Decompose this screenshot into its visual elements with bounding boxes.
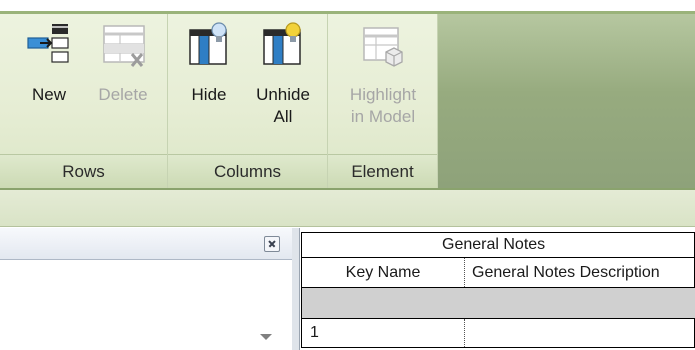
schedule-header-spacer [301,288,695,318]
ribbon-empty-area [438,14,695,188]
panel-splitter[interactable] [292,228,300,350]
delete-row-button[interactable]: Delete [84,22,162,106]
chevron-down-icon[interactable] [260,334,272,340]
hide-column-label: Hide [191,85,227,104]
hide-column-button[interactable]: Hide [176,22,242,106]
options-bar [0,190,695,227]
cell-description[interactable] [466,319,695,347]
unhide-all-columns-label: Unhide All [256,85,310,126]
top-strip [0,0,695,14]
element-panel: Highlight in Model Element [328,14,438,188]
rows-panel: New Delete Rows [0,14,168,188]
highlight-in-model-button[interactable]: Highlight in Model [334,22,432,128]
new-row-label: New [31,85,66,104]
element-panel-label: Element [328,154,437,188]
palette-body [0,260,292,350]
palette-header [0,228,292,260]
new-row-icon [27,24,69,63]
schedule-column-headers: Key Name General Notes Description [301,258,695,288]
properties-palette [0,228,292,350]
columns-panel: Hide Unhide All Columns [168,14,328,188]
unhide-all-columns-button[interactable]: Unhide All [244,22,322,128]
schedule-view: General Notes Key Name General Notes Des… [301,228,695,350]
schedule-title: General Notes [301,232,695,258]
delete-row-label: Delete [98,85,148,104]
ribbon: New Delete Rows Hide Unhide All Columns … [0,14,695,188]
cell-key-name[interactable]: 1 [302,319,465,347]
table-row[interactable]: 1 [301,318,695,348]
column-header-description[interactable]: General Notes Description [466,258,695,287]
highlight-in-model-icon [363,27,403,67]
unhide-all-columns-icon [263,22,301,65]
close-icon[interactable] [264,236,280,252]
new-row-button[interactable]: New [14,22,84,106]
delete-row-icon [103,25,145,67]
hide-column-icon [189,22,227,65]
column-header-key-name[interactable]: Key Name [302,258,465,287]
highlight-in-model-label: Highlight in Model [349,85,417,126]
columns-panel-label: Columns [168,154,327,188]
rows-panel-label: Rows [0,154,167,188]
